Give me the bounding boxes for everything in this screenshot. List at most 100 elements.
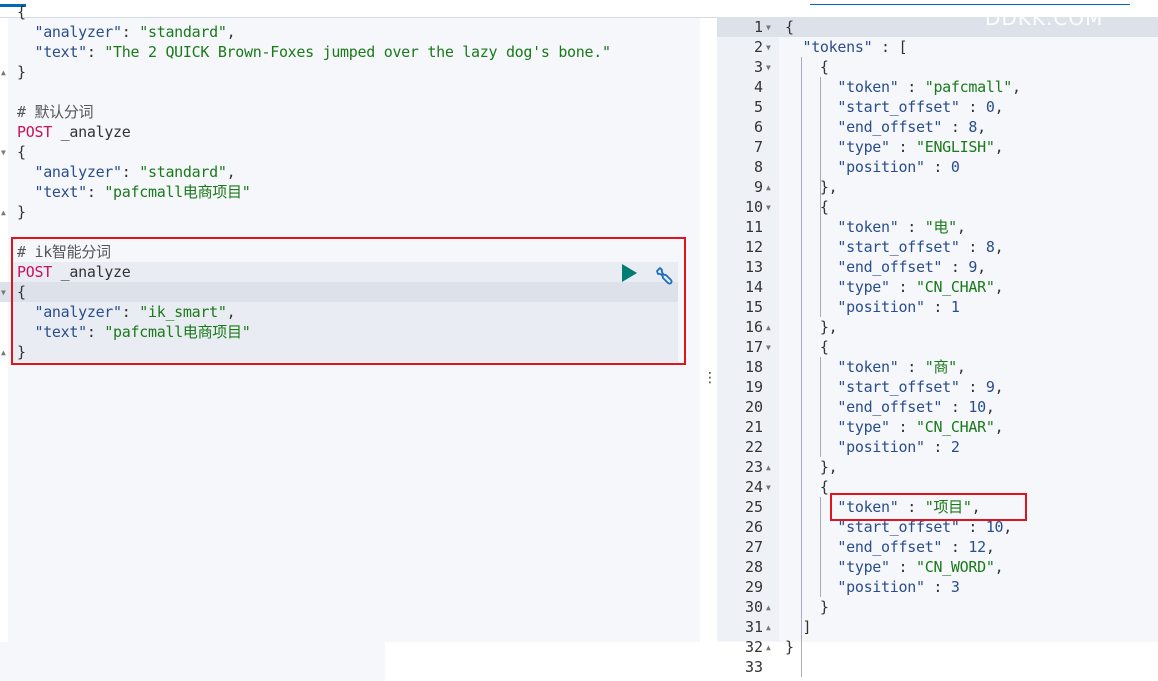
code-text: : bbox=[889, 278, 916, 296]
code-text: : bbox=[942, 538, 969, 556]
json-key: "start_offset" bbox=[785, 98, 960, 116]
line-number: 21 bbox=[744, 418, 763, 436]
code-text: , bbox=[977, 118, 986, 136]
code-line[interactable]: { bbox=[17, 2, 26, 22]
fold-toggle-icon[interactable]: ▼ bbox=[766, 63, 771, 72]
line-number: 20 bbox=[744, 398, 763, 416]
code-line[interactable]: "analyzer": "standard", bbox=[17, 22, 235, 42]
code-text: { bbox=[785, 18, 794, 36]
code-line: }, bbox=[785, 457, 838, 477]
resize-handle-icon[interactable]: ⋮ bbox=[703, 370, 717, 386]
json-string: "The 2 QUICK Brown-Foxes jumped over the… bbox=[104, 43, 611, 61]
play-icon[interactable] bbox=[622, 264, 637, 282]
line-number: 3 bbox=[753, 58, 763, 76]
line-number: 6 bbox=[753, 118, 763, 136]
code-text: : bbox=[121, 163, 140, 181]
code-text: , bbox=[994, 238, 1004, 256]
code-text: }, bbox=[785, 178, 838, 196]
code-line: "end_offset" : 8, bbox=[785, 117, 986, 137]
code-line[interactable]: "text": "pafcmall电商项目" bbox=[17, 182, 250, 202]
line-number: 19 bbox=[744, 378, 763, 396]
code-text: , bbox=[226, 163, 236, 181]
request-editor-gutter bbox=[0, 18, 8, 642]
indent-guide bbox=[801, 57, 802, 677]
line-number: 16 bbox=[744, 318, 763, 336]
tab-indicator bbox=[810, 4, 1130, 5]
json-key: "token" bbox=[785, 78, 899, 96]
fold-toggle-icon[interactable]: ▲ bbox=[766, 463, 771, 472]
fold-toggle-icon[interactable]: ▼ bbox=[766, 23, 771, 32]
json-key: "text" bbox=[17, 43, 87, 61]
code-text: } bbox=[785, 598, 829, 616]
code-text: , bbox=[226, 23, 236, 41]
fold-toggle-icon[interactable]: ▲ bbox=[766, 323, 771, 332]
code-text: } bbox=[17, 203, 26, 221]
code-text: : bbox=[898, 78, 925, 96]
fold-toggle-icon[interactable]: ▲ bbox=[766, 623, 771, 632]
json-key: "token" bbox=[785, 218, 899, 236]
fold-toggle-icon[interactable]: ▲ bbox=[766, 603, 771, 612]
json-string: "standard" bbox=[139, 23, 227, 41]
code-line[interactable]: } bbox=[17, 62, 26, 82]
code-text: : bbox=[959, 238, 986, 256]
fold-toggle-icon[interactable]: ▲ bbox=[1, 348, 6, 357]
fold-toggle-icon[interactable]: ▲ bbox=[766, 643, 771, 652]
json-number: 8 bbox=[968, 118, 978, 136]
fold-toggle-icon[interactable]: ▼ bbox=[1, 148, 6, 157]
code-text: : bbox=[924, 298, 951, 316]
code-text: , bbox=[985, 538, 995, 556]
code-line: "start_offset" : 0, bbox=[785, 97, 1003, 117]
code-line[interactable]: { bbox=[17, 142, 26, 162]
request-editor-empty-area[interactable] bbox=[0, 642, 385, 681]
code-text: { bbox=[785, 478, 829, 496]
code-text: : bbox=[942, 258, 969, 276]
fold-toggle-icon[interactable]: ▲ bbox=[1, 208, 6, 217]
line-number: 29 bbox=[744, 578, 763, 596]
code-line: "start_offset" : 8, bbox=[785, 237, 1003, 257]
code-line: "token" : "商", bbox=[785, 357, 966, 377]
json-string: "pafcmall" bbox=[924, 78, 1013, 96]
code-text: , bbox=[956, 218, 966, 236]
line-number: 30 bbox=[744, 598, 763, 616]
fold-toggle-icon[interactable]: ▼ bbox=[1, 288, 6, 297]
fold-toggle-icon[interactable]: ▼ bbox=[766, 343, 771, 352]
panel-resizer[interactable] bbox=[701, 18, 717, 681]
json-string: "CN_CHAR" bbox=[915, 418, 995, 436]
code-line[interactable]: "text": "The 2 QUICK Brown-Foxes jumped … bbox=[17, 42, 611, 62]
line-number: 31 bbox=[744, 618, 763, 636]
line-number: 10 bbox=[744, 198, 763, 216]
line-number: 25 bbox=[744, 498, 763, 516]
code-text: } bbox=[17, 63, 26, 81]
code-text: : bbox=[924, 438, 951, 456]
fold-toggle-icon[interactable]: ▼ bbox=[766, 203, 771, 212]
fold-toggle-icon[interactable]: ▼ bbox=[766, 43, 771, 52]
json-key: "start_offset" bbox=[785, 238, 960, 256]
fold-toggle-icon[interactable]: ▲ bbox=[1, 68, 6, 77]
code-text: } bbox=[785, 638, 794, 656]
code-text: : bbox=[959, 98, 986, 116]
annotation-box-token bbox=[830, 493, 1027, 521]
code-text: : bbox=[924, 578, 951, 596]
json-string: "standard" bbox=[139, 163, 227, 181]
json-key: "analyzer" bbox=[17, 23, 122, 41]
json-key: "end_offset" bbox=[785, 538, 943, 556]
fold-toggle-icon[interactable]: ▲ bbox=[766, 183, 771, 192]
code-line: } bbox=[785, 597, 829, 617]
code-text: { bbox=[785, 58, 829, 76]
code-line: "position" : 1 bbox=[785, 297, 960, 317]
code-text: , bbox=[994, 558, 1004, 576]
line-number: 15 bbox=[744, 298, 763, 316]
code-line: "end_offset" : 9, bbox=[785, 257, 986, 277]
fold-toggle-icon[interactable]: ▼ bbox=[766, 483, 771, 492]
line-number: 26 bbox=[744, 518, 763, 536]
json-key: "position" bbox=[785, 158, 925, 176]
code-line[interactable]: "analyzer": "standard", bbox=[17, 162, 235, 182]
code-text: : bbox=[889, 418, 916, 436]
wrench-icon[interactable] bbox=[653, 265, 675, 287]
code-line[interactable]: # 默认分词 bbox=[17, 102, 94, 122]
code-text: { bbox=[17, 143, 26, 161]
code-text: : bbox=[86, 183, 105, 201]
json-key: "analyzer" bbox=[17, 163, 122, 181]
code-line[interactable]: POST _analyze bbox=[17, 122, 131, 142]
code-line[interactable]: } bbox=[17, 202, 26, 222]
